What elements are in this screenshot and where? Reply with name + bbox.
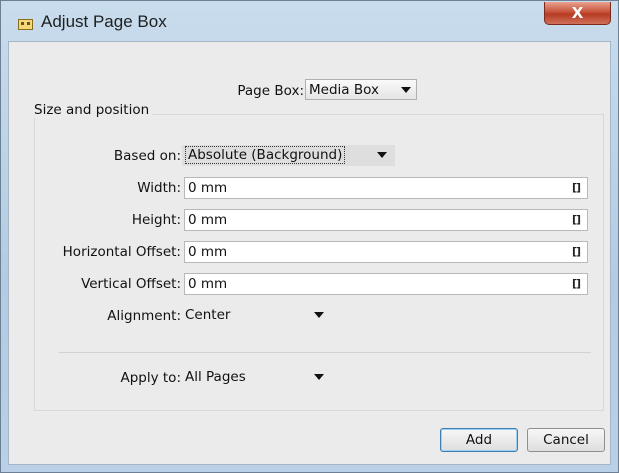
page-box-value: Media Box: [309, 82, 379, 98]
unit-lock-icon[interactable]: []: [572, 242, 581, 262]
apply-to-label: Apply to:: [120, 370, 181, 386]
window-title: Adjust Page Box: [41, 12, 167, 31]
page-box-select[interactable]: Media Box: [305, 79, 417, 100]
unit-lock-icon[interactable]: []: [572, 210, 581, 230]
title-bar[interactable]: Adjust Page Box X: [1, 1, 618, 41]
based-on-select[interactable]: Absolute (Background): [182, 145, 395, 166]
unit-lock-icon[interactable]: []: [572, 274, 581, 294]
alignment-label: Alignment:: [107, 308, 181, 324]
chevron-down-icon: [377, 152, 387, 158]
apply-to-value: All Pages: [185, 369, 246, 385]
app-icon: [18, 19, 33, 30]
chevron-down-icon: [314, 374, 324, 380]
page-box-label: Page Box:: [237, 83, 304, 99]
height-value: 0 mm: [188, 212, 228, 228]
width-field[interactable]: 0 mm []: [184, 177, 588, 199]
based-on-label: Based on:: [113, 148, 181, 164]
add-button[interactable]: Add: [440, 428, 518, 452]
dialog-window: Adjust Page Box X Page Box: Media Box Si…: [0, 0, 619, 473]
alignment-select[interactable]: Center: [182, 305, 332, 326]
group-title: Size and position: [31, 102, 153, 118]
based-on-value: Absolute (Background): [185, 146, 346, 164]
unit-lock-icon[interactable]: []: [572, 178, 581, 198]
vertical-offset-label: Vertical Offset:: [81, 276, 181, 292]
close-button[interactable]: X: [544, 2, 611, 25]
horizontal-offset-value: 0 mm: [188, 244, 228, 260]
width-value: 0 mm: [188, 180, 228, 196]
vertical-offset-field[interactable]: 0 mm []: [184, 273, 588, 295]
horizontal-offset-label: Horizontal Offset:: [62, 244, 181, 260]
horizontal-offset-field[interactable]: 0 mm []: [184, 241, 588, 263]
chevron-down-icon: [401, 87, 411, 93]
height-field[interactable]: 0 mm []: [184, 209, 588, 231]
alignment-value: Center: [185, 307, 231, 323]
divider: [59, 352, 591, 353]
width-label: Width:: [137, 180, 181, 196]
chevron-down-icon: [314, 312, 324, 318]
cancel-button[interactable]: Cancel: [527, 428, 605, 452]
vertical-offset-value: 0 mm: [188, 276, 228, 292]
apply-to-select[interactable]: All Pages: [182, 367, 332, 388]
dialog-client-area: Page Box: Media Box Size and position Ba…: [8, 41, 611, 465]
height-label: Height:: [131, 212, 181, 228]
